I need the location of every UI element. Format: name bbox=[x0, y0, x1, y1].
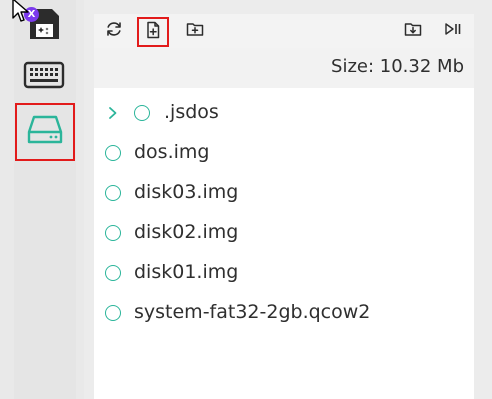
file-name: dos.img bbox=[134, 141, 210, 163]
list-item[interactable]: disk03.img bbox=[94, 176, 474, 210]
hard-drive-icon bbox=[25, 112, 65, 152]
mouse-cursor-icon bbox=[12, 0, 30, 28]
select-radio[interactable] bbox=[105, 305, 121, 321]
refresh-icon bbox=[104, 19, 124, 43]
select-radio[interactable] bbox=[134, 105, 150, 121]
file-name: disk02.img bbox=[134, 221, 239, 243]
file-browser-panel: Size: 10.32 Mb .jsdos dos.img disk03.img bbox=[94, 14, 474, 399]
size-bar: Size: 10.32 Mb bbox=[94, 48, 474, 88]
new-folder-icon bbox=[185, 19, 205, 43]
list-item[interactable]: disk02.img bbox=[94, 216, 474, 250]
new-file-button[interactable] bbox=[137, 17, 169, 47]
toolbar bbox=[94, 14, 474, 48]
keyboard-icon bbox=[23, 59, 65, 95]
sidebar: X bbox=[0, 0, 84, 399]
chevron-right-icon[interactable] bbox=[106, 104, 120, 122]
new-file-icon bbox=[143, 20, 163, 44]
list-item[interactable]: system-fat32-2gb.qcow2 bbox=[94, 296, 474, 330]
app-window: X Size: 10.32 Mb .jsdos dos.img disk03.i… bbox=[0, 0, 492, 399]
file-name: system-fat32-2gb.qcow2 bbox=[134, 301, 371, 323]
list-item[interactable]: dos.img bbox=[94, 136, 474, 170]
disk-size-label: Size: 10.32 Mb bbox=[331, 56, 464, 77]
file-name: disk01.img bbox=[134, 261, 239, 283]
select-radio[interactable] bbox=[105, 265, 121, 281]
new-folder-button[interactable] bbox=[182, 18, 208, 44]
refresh-button[interactable] bbox=[101, 18, 127, 44]
file-name: disk03.img bbox=[134, 181, 239, 203]
list-item-folder[interactable]: .jsdos bbox=[94, 96, 474, 130]
download-button[interactable] bbox=[400, 18, 426, 44]
sidebar-item-drive[interactable] bbox=[15, 103, 75, 161]
list-item[interactable]: disk01.img bbox=[94, 256, 474, 290]
select-radio[interactable] bbox=[105, 145, 121, 161]
play-pause-button[interactable] bbox=[440, 18, 466, 44]
download-icon bbox=[403, 19, 423, 43]
select-radio[interactable] bbox=[105, 185, 121, 201]
select-radio[interactable] bbox=[105, 225, 121, 241]
file-name: .jsdos bbox=[164, 101, 219, 123]
sidebar-item-keyboard[interactable] bbox=[20, 56, 68, 98]
play-pause-icon bbox=[443, 19, 463, 43]
